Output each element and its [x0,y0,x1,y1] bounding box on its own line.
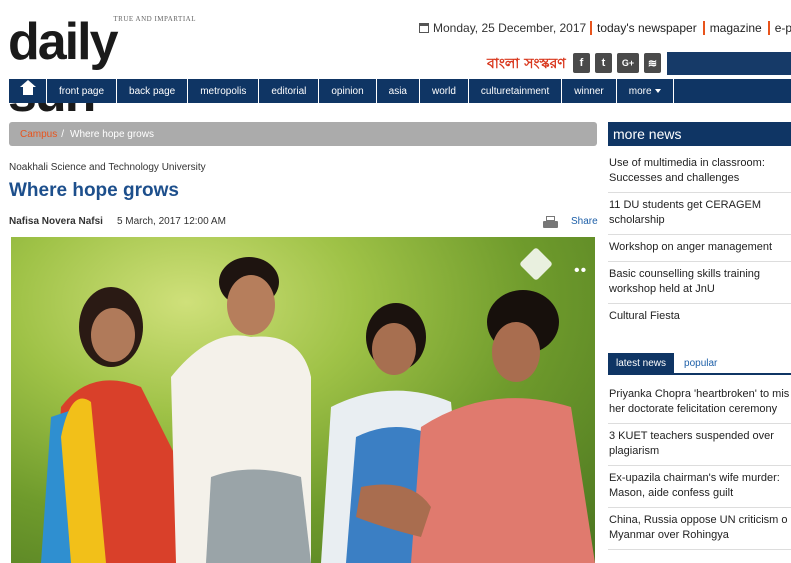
logo-name: daily sun [8,13,119,120]
breadcrumb-current: Where hope grows [70,128,154,140]
latest-news-item[interactable]: Priyanka Chopra 'heartbroken' to mis her … [608,382,791,424]
more-news-item[interactable]: 11 DU students get CERAGEM scholarship [608,193,791,235]
print-icon[interactable] [543,216,558,230]
byline: Nafisa Novera Nafsi 5 March, 2017 12:00 … [9,216,226,227]
publish-date: 5 March, 2017 12:00 AM [116,216,226,227]
more-news-item[interactable]: Use of multimedia in classroom: Successe… [608,151,791,193]
nav-more[interactable]: more [617,79,674,103]
latest-news-item[interactable]: China, Russia oppose UN criticism o Myanm… [608,508,791,550]
article-kicker: Noakhali Science and Technology Universi… [9,162,206,173]
home-icon [19,79,36,97]
breadcrumb-section[interactable]: Campus [20,129,57,140]
latest-news-item[interactable]: Ex-upazila chairman's wife murder: Mason,… [608,466,791,508]
nav-more-label: more [628,85,652,97]
photo-people [41,257,595,563]
more-news-item[interactable]: Workshop on anger management [608,235,791,262]
magazine-link[interactable]: magazine [702,21,768,35]
latest-news-list: Priyanka Chopra 'heartbroken' to mis her … [608,382,791,563]
nav-culturetainment[interactable]: culturetainment [469,79,563,103]
nav-asia[interactable]: asia [377,79,420,103]
daily-sun-logo[interactable]: TRUE AND IMPARTIAL daily sun [8,14,198,120]
tab-popular[interactable]: popular [674,353,727,373]
bangla-edition-link[interactable]: বাংলা সংস্করণ [487,52,566,76]
todays-newspaper-link[interactable]: today's newspaper [590,21,703,35]
nav-back-page[interactable]: back page [117,79,189,103]
rss-icon[interactable]: ≋ [644,53,661,73]
google-plus-icon[interactable]: G+ [617,53,639,73]
more-news-item[interactable]: Basic counselling skills training worksh… [608,262,791,304]
author-name[interactable]: Nafisa Novera Nafsi [9,216,103,227]
nav-world[interactable]: world [420,79,469,103]
header-date: Monday, 25 December, 2017 [419,21,586,35]
twitter-icon[interactable]: t [595,53,612,73]
more-news-header: more news [608,122,791,146]
more-options-icon[interactable]: •• [574,262,587,280]
chevron-down-icon [654,89,661,93]
top-links: today's newspaper magazine e-pap [590,21,791,35]
main-nav: front page back page metropolis editoria… [9,79,791,103]
breadcrumb: Campus / Where hope grows [9,122,597,146]
article-title: Where hope grows [9,180,179,201]
breadcrumb-separator: / [61,128,65,140]
tab-latest-news[interactable]: latest news [608,353,675,373]
epaper-link[interactable]: e-pap [767,21,791,35]
page: TRUE AND IMPARTIAL daily sun Monday, 25 … [0,0,791,563]
nav-editorial[interactable]: editorial [259,79,320,103]
search-bar[interactable] [667,52,791,75]
nav-front-page[interactable]: front page [47,79,118,103]
latest-news-item[interactable]: 3 KUET teachers suspended over plagiarism [608,424,791,466]
social-links: f t G+ ≋ [573,53,661,73]
article-photo [11,237,595,563]
facebook-icon[interactable]: f [573,53,590,73]
more-news-item[interactable]: Cultural Fiesta [608,304,791,326]
nav-metropolis[interactable]: metropolis [188,79,260,103]
nav-opinion[interactable]: opinion [319,79,377,103]
sidebar-tabs: latest news popular [608,353,791,375]
home-button[interactable] [9,79,47,103]
date-text: Monday, 25 December, 2017 [433,21,587,35]
more-news-list: Use of multimedia in classroom: Successe… [608,151,791,326]
nav-winner[interactable]: winner [562,79,617,103]
share-button[interactable]: Share [571,216,598,227]
calendar-icon [419,23,429,33]
